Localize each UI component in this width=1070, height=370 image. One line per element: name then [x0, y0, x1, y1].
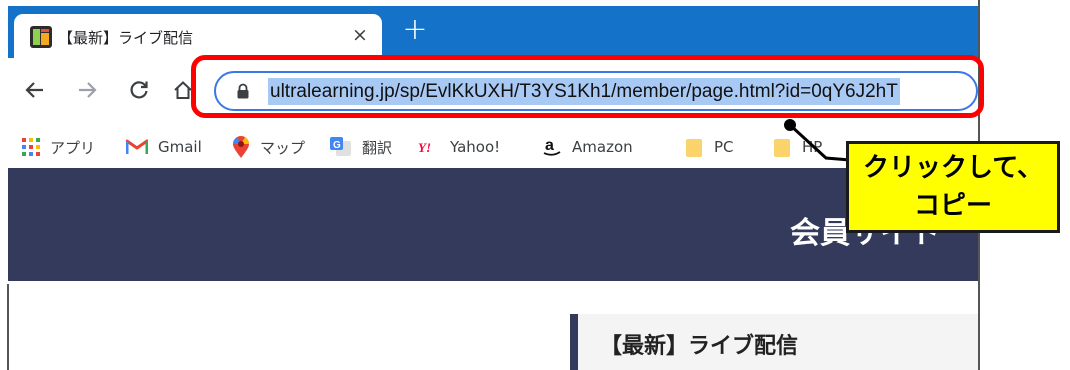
callout-text: コピー — [913, 191, 992, 221]
callout-text: クリックして、 — [863, 153, 1043, 183]
callout-box: クリックして、 コピー — [846, 141, 1060, 233]
